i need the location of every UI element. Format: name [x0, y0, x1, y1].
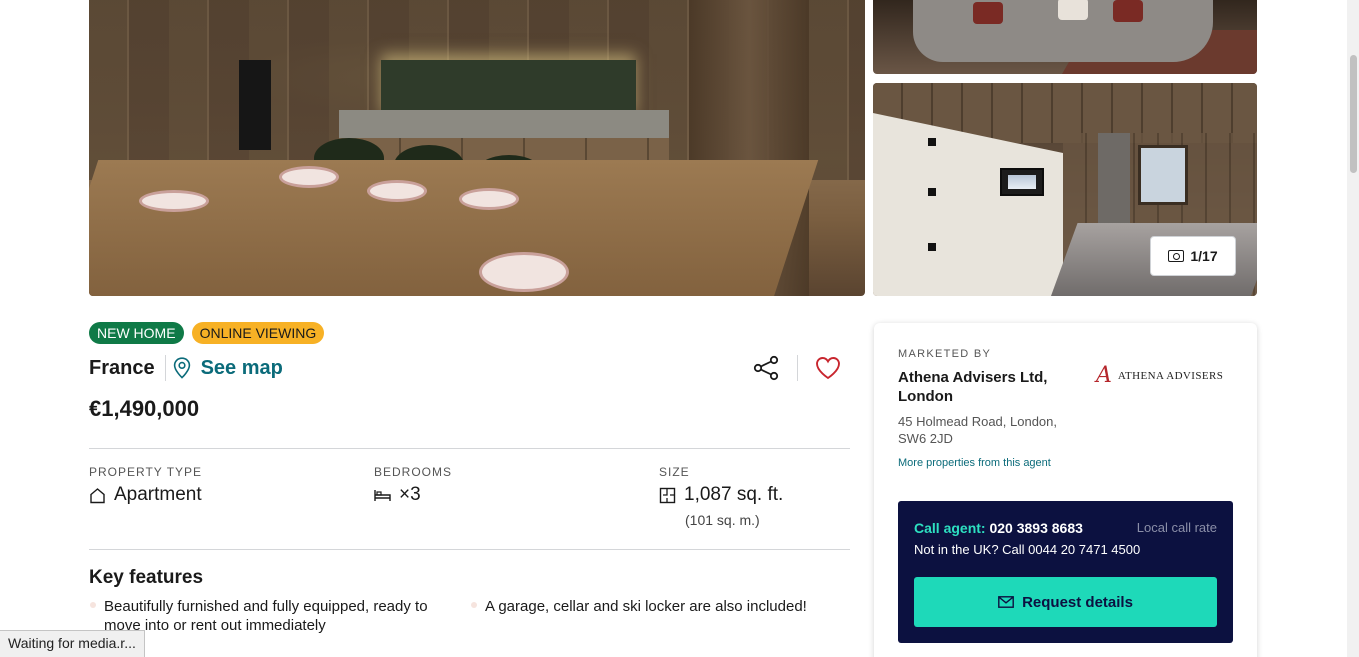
listing-actions [752, 352, 842, 384]
mail-icon [998, 596, 1014, 608]
call-agent-label: Call agent: [914, 520, 986, 536]
stat-label: PROPERTY TYPE [89, 465, 203, 479]
stat-label: SIZE [659, 465, 690, 479]
agent-logo-text: ATHENA ADVISERS [1117, 370, 1224, 382]
price: €1,490,000 [89, 396, 200, 421]
agent-name[interactable]: Athena Advisers Ltd, London [898, 368, 1078, 406]
divider [89, 549, 850, 550]
badges: NEW HOME ONLINE VIEWING [89, 322, 325, 344]
scrollbar-thumb[interactable] [1350, 55, 1357, 173]
marketed-by-label: MARKETED BY [898, 348, 992, 360]
call-agent-box: Call agent: 020 3893 8683 Local call rat… [898, 501, 1233, 643]
see-map-link[interactable]: See map [201, 357, 283, 380]
request-details-button[interactable]: Request details [914, 577, 1217, 627]
stat-value: Apartment [114, 484, 202, 505]
country-label: France [89, 356, 155, 379]
bed-icon [374, 489, 391, 501]
badge-new-home: NEW HOME [89, 322, 184, 344]
divider [89, 448, 850, 449]
photo-count-label: 1/17 [1190, 248, 1218, 264]
main-photo[interactable] [89, 0, 865, 296]
request-details-label: Request details [1022, 593, 1133, 611]
agent-address: 45 Holmead Road, London, SW6 2JD [898, 414, 1058, 446]
key-features-title: Key features [89, 567, 204, 588]
heart-icon[interactable] [814, 354, 842, 382]
badge-online-viewing: ONLINE VIEWING [191, 322, 325, 344]
house-icon [90, 487, 105, 503]
agent-logo[interactable]: A ATHENA ADVISERS [1096, 365, 1223, 387]
more-properties-link[interactable]: More properties from this agent [898, 457, 1051, 469]
stat-value: 1,087 sq. ft. [684, 484, 784, 505]
floorplan-icon [659, 487, 676, 503]
photo-living-room[interactable] [873, 0, 1257, 74]
feature-item: Beautifully furnished and fully equipped… [90, 597, 454, 635]
stat-size: SIZE 1,087 sq. ft. (101 sq. m.) [659, 465, 783, 528]
stat-sub-value: (101 sq. m.) [685, 512, 760, 528]
photo-count-button[interactable]: 1/17 [1150, 236, 1236, 276]
camera-icon [1168, 250, 1185, 262]
location-row: France See map [89, 355, 283, 381]
call-rate-note: Local call rate [1136, 520, 1217, 535]
map-pin-icon[interactable] [173, 357, 191, 379]
stat-bedrooms: BEDROOMS ×3 [374, 465, 452, 506]
international-call-text: Not in the UK? Call 0044 20 7471 4500 [914, 542, 1141, 557]
stat-property-type: PROPERTY TYPE Apartment [89, 465, 202, 506]
call-agent-number[interactable]: 020 3893 8683 [989, 520, 1082, 536]
browser-status-bar: Waiting for media.r... [0, 630, 145, 657]
feature-item: A garage, cellar and ski locker are also… [471, 597, 835, 616]
agent-card: MARKETED BY Athena Advisers Ltd, London … [874, 323, 1257, 657]
share-icon[interactable] [752, 354, 780, 382]
stat-value: ×3 [399, 484, 421, 505]
stat-label: BEDROOMS [374, 465, 453, 479]
agent-logo-mark: A [1096, 363, 1112, 388]
